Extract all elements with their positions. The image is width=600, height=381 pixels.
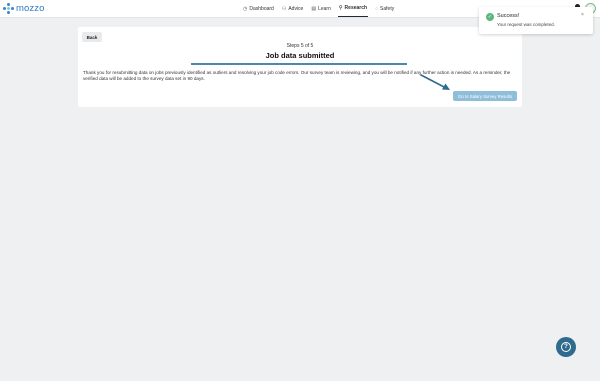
nav-item-label: Learn <box>318 5 331 12</box>
main-nav: ◷ Dashboard ⚇ Advice ▤ Learn ⚲ Research … <box>242 0 395 17</box>
success-toast: ✓ Success! Your request was completed. × <box>479 7 593 34</box>
nav-item-dashboard[interactable]: ◷ Dashboard <box>242 0 275 17</box>
logo-text: mozzo <box>16 3 45 14</box>
help-icon: ? <box>561 342 571 352</box>
shield-icon: ◌ <box>375 5 379 12</box>
advice-icon: ⚇ <box>281 5 287 12</box>
go-to-salary-survey-results-button[interactable]: Go to Salary Survey Results <box>453 91 517 101</box>
nav-item-label: Dashboard <box>249 5 274 12</box>
nav-item-label: Safety <box>380 5 395 12</box>
nav-item-research[interactable]: ⚲ Research <box>337 0 369 17</box>
app-logo[interactable]: mozzo <box>3 3 44 14</box>
toast-message: Your request was completed. <box>497 22 555 27</box>
help-button[interactable]: ? <box>556 337 576 357</box>
research-icon: ⚲ <box>338 5 343 11</box>
dashboard-icon: ◷ <box>243 5 248 12</box>
check-circle-icon: ✓ <box>486 13 494 21</box>
nav-item-label: Research <box>344 5 368 11</box>
book-icon: ▤ <box>311 5 317 12</box>
nav-item-learn[interactable]: ▤ Learn <box>310 0 332 17</box>
toast-title: Success! <box>497 13 520 19</box>
close-icon[interactable]: × <box>581 12 584 18</box>
logo-mark-icon <box>3 3 14 14</box>
nav-item-advice[interactable]: ⚇ Advice <box>281 0 305 17</box>
nav-item-safety[interactable]: ◌ Safety <box>374 0 395 17</box>
submission-card: Back Steps 5 of 5 Job data submitted Tha… <box>78 27 522 107</box>
nav-item-label: Advice <box>288 5 304 12</box>
